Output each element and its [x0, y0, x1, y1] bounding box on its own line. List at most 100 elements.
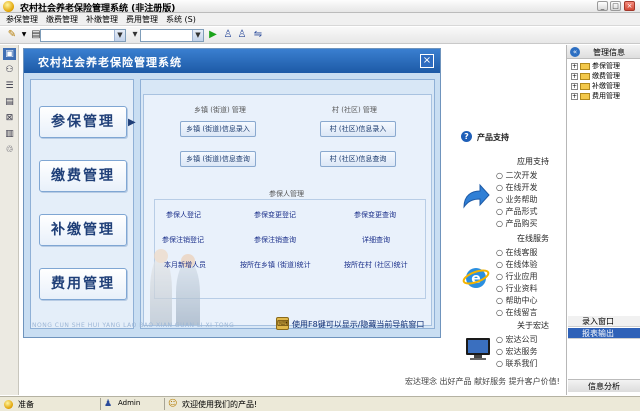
stat-by-township-link[interactable]: 按所在乡镇 (街道)统计 [240, 260, 311, 270]
app-icon [3, 1, 14, 12]
tree-item-payment[interactable]: + 缴费管理 [571, 71, 620, 81]
expand-icon[interactable]: + [571, 82, 578, 90]
status-welcome: 欢迎使用我们的产品! [182, 400, 258, 409]
browser-e-icon: e [462, 268, 490, 288]
panel-toggle-icon[interactable]: « [570, 47, 580, 57]
chevron-down-icon[interactable]: ▼ [114, 30, 125, 41]
list-item[interactable]: ○ 宏达公司 [496, 334, 538, 345]
list-icon[interactable]: ☰ [3, 80, 16, 92]
excel-icon[interactable]: ⊠ [3, 112, 16, 124]
management-info-panel: « 管理信息 + 参保管理 + 缴费管理 + 补缴管理 + 费用管理 录入窗口 报表输出… [566, 45, 640, 395]
list-item[interactable]: ○ 在线开发 [496, 182, 538, 193]
help-icon: ? [461, 131, 472, 142]
expand-icon[interactable]: + [571, 92, 578, 100]
tree-item-insured[interactable]: + 参保管理 [571, 61, 620, 71]
report-output-tab[interactable]: 报表输出 [568, 328, 640, 339]
tree-item-fees[interactable]: + 费用管理 [571, 91, 620, 101]
management-info-title: 管理信息 [593, 48, 625, 57]
tree-icon[interactable]: ⚇ [3, 64, 16, 76]
online-service-list: ○ 在线客服 ○ 在线体验 ○ 行业应用 ○ 行业资料 ○ 帮助中心 ○ 在线留… [496, 247, 538, 318]
list-item[interactable]: ○ 在线客服 [496, 247, 538, 258]
village-entry-button[interactable]: 村 (社区)信息录入 [320, 121, 396, 137]
stat-by-village-link[interactable]: 按所在村 (社区)统计 [344, 260, 408, 270]
insured-change-link[interactable]: 参保变更登记 [254, 210, 296, 220]
pencil-icon[interactable]: ✎ [6, 29, 18, 41]
village-combo[interactable]: ▼ [140, 29, 204, 42]
list-item[interactable]: ○ 产品购买 [496, 218, 538, 229]
folder-icon [580, 72, 590, 80]
tree-item-back-payment[interactable]: + 补缴管理 [571, 81, 620, 91]
new-members-link[interactable]: 本月新增人员 [164, 260, 206, 270]
user-icon: ♟ [104, 399, 113, 409]
content-inner: 乡镇 (街道) 管理 乡镇 (街道)信息录入 乡镇 (街道)信息查询 村 (社区… [143, 94, 432, 326]
nav-insured-button[interactable]: 参保管理 [39, 106, 127, 138]
expand-icon[interactable]: + [571, 62, 578, 70]
status-separator [100, 398, 101, 410]
insured-cancel-query-link[interactable]: 参保注销查询 [254, 235, 296, 245]
menu-payment[interactable]: 缴费管理 [46, 14, 78, 25]
folder-icon [580, 62, 590, 70]
menu-back-payment[interactable]: 补缴管理 [86, 14, 118, 25]
list-item[interactable]: ○ 在线体验 [496, 259, 538, 270]
village-query-button[interactable]: 村 (社区)信息查询 [320, 151, 396, 167]
list-item[interactable]: ○ 行业资料 [496, 283, 538, 294]
dropdown-arrow-icon[interactable]: ▼ [18, 29, 30, 41]
toolbar: ✎ ▼ ▤ ▼ ▾ ▼ ▶ ♙ ♙ ⇋ [0, 27, 640, 44]
insured-change-query-link[interactable]: 参保变更查询 [354, 210, 396, 220]
pinyin-caption: NONG CUN SHE HUI YANG LAO BAO XIAN GUAN … [32, 322, 235, 329]
menu-insured[interactable]: 参保管理 [6, 14, 38, 25]
close-button[interactable]: × [624, 1, 635, 11]
menu-fees[interactable]: 费用管理 [126, 14, 158, 25]
list-item[interactable]: ○ 宏达服务 [496, 346, 538, 357]
about-title: 关于宏达 [517, 321, 549, 330]
chevron-down-icon[interactable]: ▼ [192, 30, 203, 41]
nav-back-payment-button[interactable]: 补缴管理 [39, 214, 127, 246]
menu-system[interactable]: 系统 (S) [166, 14, 196, 25]
toggle-nav-tip[interactable]: 使用F8键可以显示/隐藏当前导航窗口 [292, 319, 424, 330]
township-entry-button[interactable]: 乡镇 (街道)信息录入 [180, 121, 256, 137]
active-arrow-icon: ▶ [128, 117, 136, 128]
folder-icon [580, 82, 590, 90]
module-nav: 参保管理 缴费管理 补缴管理 费用管理 [30, 79, 134, 329]
list-item[interactable]: ○ 联系我们 [496, 358, 538, 369]
expand-icon[interactable]: + [571, 72, 578, 80]
nav-fees-button[interactable]: 费用管理 [39, 268, 127, 300]
report-icon[interactable]: ▤ [3, 96, 16, 108]
minimize-button[interactable]: _ [597, 1, 608, 11]
insured-cancel-link[interactable]: 参保注销登记 [162, 235, 204, 245]
list-item[interactable]: ○ 产品形式 [496, 206, 538, 217]
insured-register-link[interactable]: 参保人登记 [166, 210, 201, 220]
left-toolbar: ▣ ⚇ ☰ ▤ ⊠ ▥ ♲ [0, 45, 19, 395]
folder-icon [580, 92, 590, 100]
detail-query-link[interactable]: 详细查询 [362, 235, 390, 245]
list-item[interactable]: ○ 帮助中心 [496, 295, 538, 306]
village-group-title: 村 (社区) 管理 [332, 106, 377, 114]
support-heading: 产品支持 [477, 133, 509, 142]
module-content: 乡镇 (街道) 管理 乡镇 (街道)信息录入 乡镇 (街道)信息查询 村 (社区… [140, 79, 435, 329]
township-query-button[interactable]: 乡镇 (街道)信息查询 [180, 151, 256, 167]
township-group-title: 乡镇 (街道) 管理 [194, 106, 246, 114]
list-item[interactable]: ○ 在线留言 [496, 307, 538, 318]
info-analysis-tab[interactable]: 信息分析 [568, 379, 640, 392]
nav-payment-button[interactable]: 缴费管理 [39, 160, 127, 192]
entry-window-tab[interactable]: 录入窗口 [568, 316, 640, 327]
status-ready: 准备 [18, 400, 34, 409]
trash-icon[interactable]: ♲ [3, 144, 16, 156]
link-icon[interactable]: ⇋ [252, 29, 264, 41]
maximize-button[interactable]: □ [610, 1, 621, 11]
user-find-icon[interactable]: ♙ [236, 29, 248, 41]
status-user: Admin [118, 399, 141, 407]
monitor-icon [466, 338, 490, 360]
panel-close-button[interactable]: × [420, 54, 434, 68]
list-item[interactable]: ○ 二次开发 [496, 170, 538, 181]
list-item[interactable]: ○ 业务帮助 [496, 194, 538, 205]
nav-window-icon[interactable]: ▣ [3, 48, 16, 60]
user-search-icon[interactable]: ♙ [222, 29, 234, 41]
list-item[interactable]: ○ 行业应用 [496, 271, 538, 282]
app-support-title: 应用支持 [517, 157, 549, 166]
chart-icon[interactable]: ▥ [3, 128, 16, 140]
township-combo[interactable]: ▼ [40, 29, 126, 42]
app-support-list: ○ 二次开发 ○ 在线开发 ○ 业务帮助 ○ 产品形式 ○ 产品购买 [496, 170, 538, 229]
keyboard-icon: ⌨ [276, 317, 289, 330]
play-icon[interactable]: ▶ [207, 29, 219, 41]
